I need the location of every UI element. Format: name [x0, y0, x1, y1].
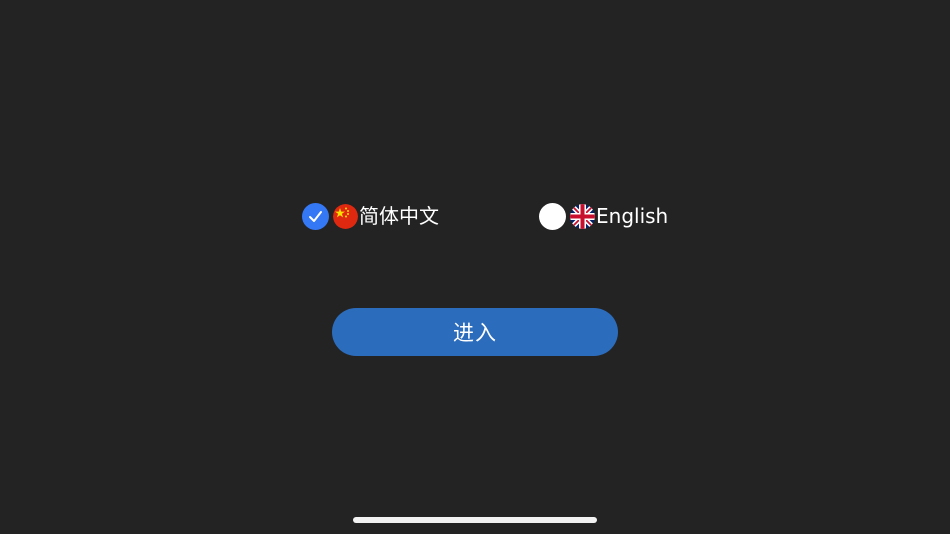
radio-checked[interactable]: [302, 202, 329, 230]
enter-button[interactable]: 进入: [332, 308, 618, 356]
language-select-screen: 简体中文 English 进入: [0, 0, 950, 534]
home-indicator[interactable]: [353, 517, 597, 523]
language-option-chinese[interactable]: 简体中文: [302, 200, 439, 232]
language-label-english: English: [596, 204, 669, 228]
language-option-english[interactable]: English: [539, 200, 668, 232]
uk-flag-icon: [570, 203, 595, 229]
language-label-chinese: 简体中文: [359, 204, 439, 228]
checkmark-icon: [309, 210, 322, 222]
radio-unchecked[interactable]: [539, 202, 566, 230]
china-flag-icon: [333, 203, 358, 229]
